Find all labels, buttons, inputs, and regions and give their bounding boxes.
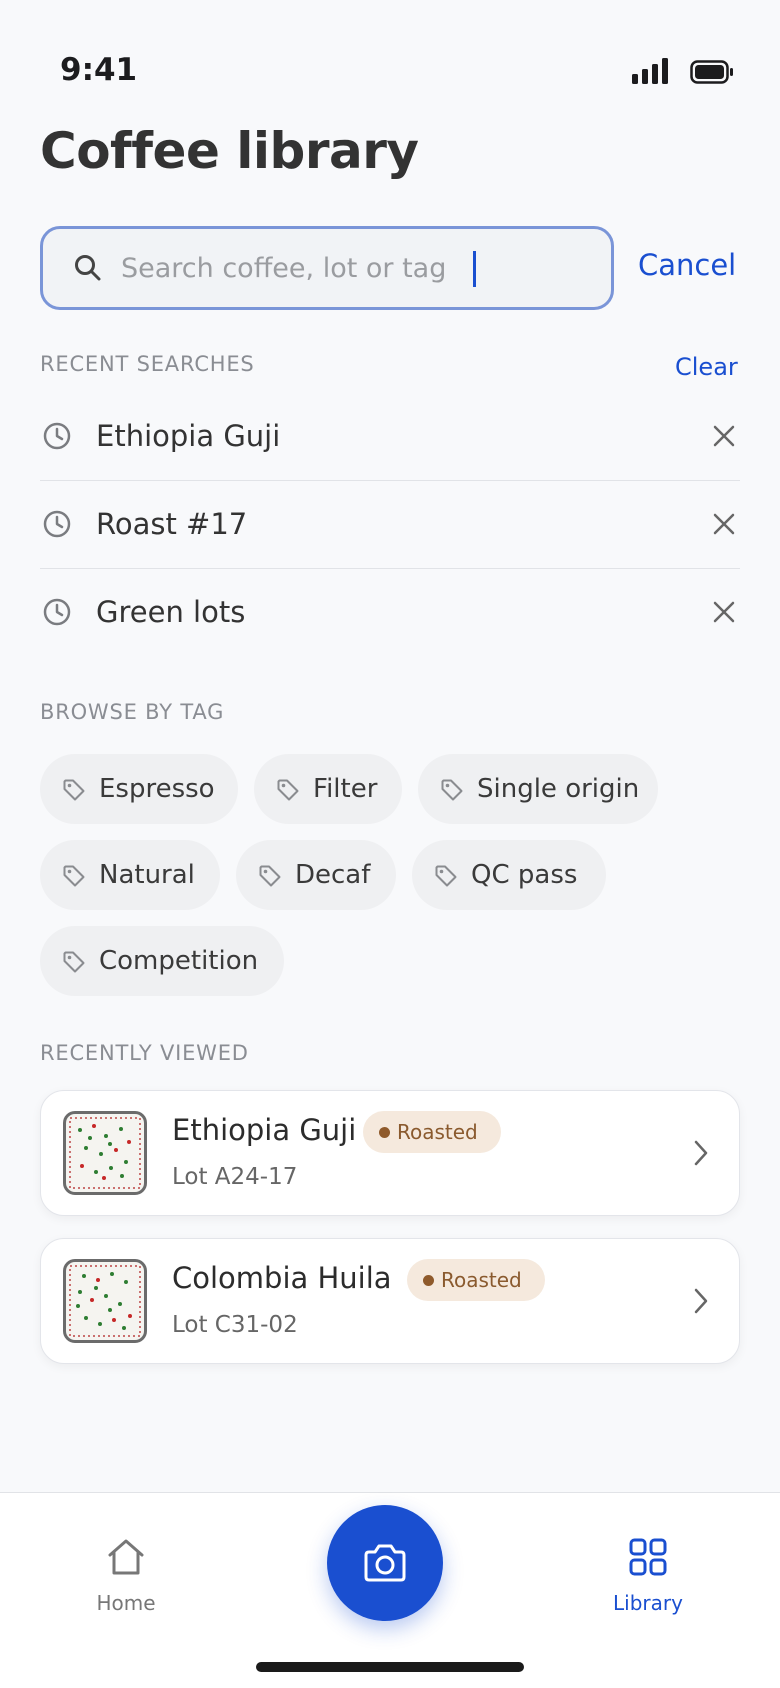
page-title: Coffee library bbox=[40, 122, 419, 180]
tab-library-label: Library bbox=[613, 1591, 683, 1615]
lot-number: Lot C31-02 bbox=[172, 1312, 298, 1338]
clock-icon bbox=[43, 422, 71, 450]
tag-label: Natural bbox=[99, 860, 195, 890]
home-indicator bbox=[256, 1662, 524, 1672]
tag-chip-qc-pass[interactable]: QC pass bbox=[412, 840, 606, 910]
grid-icon bbox=[629, 1538, 667, 1576]
tag-chip-espresso[interactable]: Espresso bbox=[40, 754, 238, 824]
camera-icon bbox=[364, 1544, 406, 1582]
clock-icon bbox=[43, 510, 71, 538]
status-badge: Roasted bbox=[363, 1111, 501, 1153]
browse-by-tag-heading: BROWSE BY TAG bbox=[40, 700, 225, 724]
recent-search-label: Ethiopia Guji bbox=[96, 419, 281, 453]
coffee-thumbnail bbox=[63, 1111, 147, 1195]
status-dot bbox=[379, 1127, 390, 1138]
lot-number: Lot A24-17 bbox=[172, 1164, 298, 1190]
chevron-right-icon bbox=[694, 1288, 708, 1314]
status-badge-label: Roasted bbox=[441, 1268, 522, 1292]
tag-icon bbox=[63, 779, 85, 801]
coffee-name: Ethiopia Guji bbox=[172, 1113, 357, 1147]
tag-chip-single-origin[interactable]: Single origin bbox=[418, 754, 658, 824]
tag-label: Decaf bbox=[295, 860, 371, 890]
tab-library[interactable]: Library bbox=[588, 1527, 708, 1627]
close-icon[interactable] bbox=[712, 600, 736, 624]
status-dot bbox=[423, 1275, 434, 1286]
battery-icon bbox=[690, 60, 733, 84]
text-caret bbox=[473, 251, 476, 287]
cancel-button[interactable]: Cancel bbox=[638, 248, 736, 282]
tag-label: Espresso bbox=[99, 774, 215, 804]
tag-icon bbox=[63, 865, 85, 887]
recent-search-item[interactable]: Green lots bbox=[40, 569, 740, 657]
search-input[interactable] bbox=[121, 245, 461, 291]
status-badge-label: Roasted bbox=[397, 1120, 478, 1144]
tag-icon bbox=[441, 779, 463, 801]
home-icon bbox=[108, 1539, 144, 1575]
tag-label: Single origin bbox=[477, 774, 640, 804]
tag-icon bbox=[435, 865, 457, 887]
clear-recent-button[interactable]: Clear bbox=[675, 353, 738, 381]
tag-chip-competition[interactable]: Competition bbox=[40, 926, 284, 996]
recent-searches-heading: RECENT SEARCHES bbox=[40, 352, 255, 376]
clock-icon bbox=[43, 598, 71, 626]
coffee-name: Colombia Huila bbox=[172, 1261, 392, 1295]
camera-button[interactable] bbox=[327, 1505, 443, 1621]
chevron-right-icon bbox=[694, 1140, 708, 1166]
recently-viewed-heading: RECENTLY VIEWED bbox=[40, 1041, 249, 1065]
recent-search-item[interactable]: Ethiopia Guji bbox=[40, 393, 740, 481]
close-icon[interactable] bbox=[712, 424, 736, 448]
tag-icon bbox=[63, 951, 85, 973]
tag-label: Filter bbox=[313, 774, 378, 804]
recent-search-item[interactable]: Roast #17 bbox=[40, 481, 740, 569]
tag-icon bbox=[277, 779, 299, 801]
recently-viewed-card[interactable]: Ethiopia Guji Roasted Lot A24-17 bbox=[40, 1090, 740, 1216]
tag-icon bbox=[259, 865, 281, 887]
search-box[interactable] bbox=[40, 226, 614, 310]
tag-chip-decaf[interactable]: Decaf bbox=[236, 840, 396, 910]
status-badge: Roasted bbox=[407, 1259, 545, 1301]
close-icon[interactable] bbox=[712, 512, 736, 536]
tab-home-label: Home bbox=[96, 1591, 156, 1615]
tag-label: Competition bbox=[99, 946, 259, 976]
recently-viewed-card[interactable]: Colombia Huila Roasted Lot C31-02 bbox=[40, 1238, 740, 1364]
status-time: 9:41 bbox=[60, 52, 138, 88]
recent-search-label: Green lots bbox=[96, 595, 246, 629]
tag-chip-filter[interactable]: Filter bbox=[254, 754, 402, 824]
recent-search-label: Roast #17 bbox=[96, 507, 248, 541]
tag-chip-natural[interactable]: Natural bbox=[40, 840, 220, 910]
signal-icon bbox=[632, 58, 668, 84]
search-icon bbox=[75, 255, 101, 281]
status-bar: 9:41 bbox=[0, 0, 780, 140]
tag-label: QC pass bbox=[471, 860, 578, 890]
tab-home[interactable]: Home bbox=[66, 1527, 186, 1627]
coffee-thumbnail bbox=[63, 1259, 147, 1343]
